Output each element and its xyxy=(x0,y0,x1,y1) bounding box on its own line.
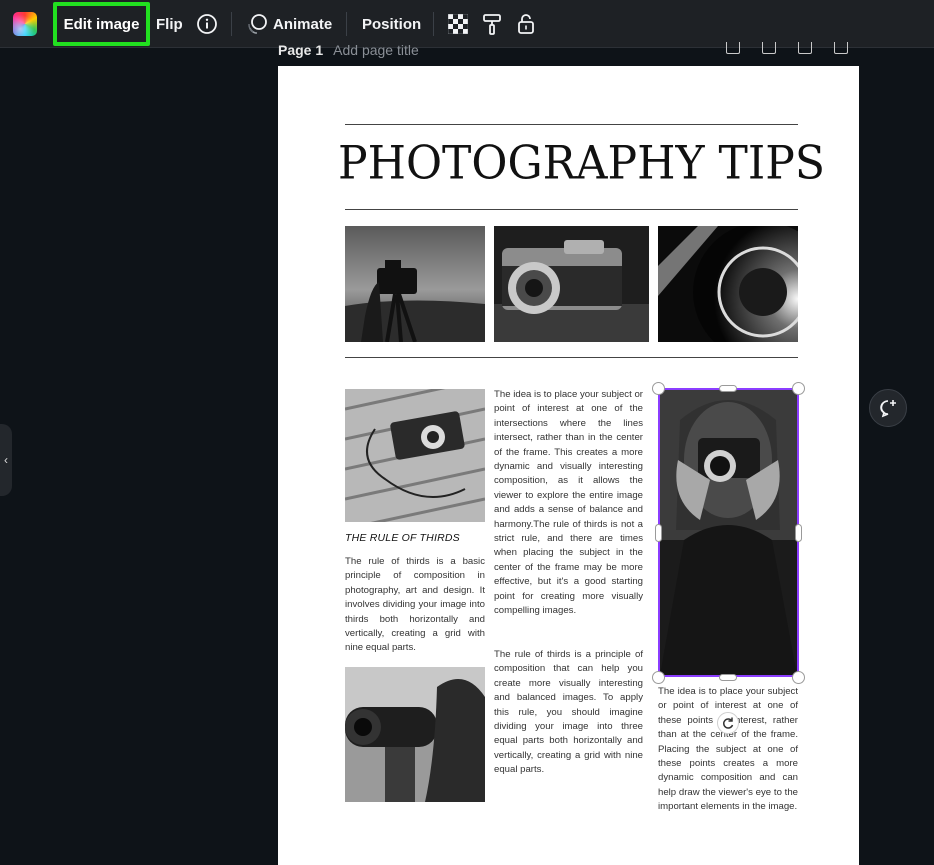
design-page[interactable]: PHOTOGRAPHY TIPS THE RULE OF THIRDS The … xyxy=(278,66,859,865)
editor-toolbar: Edit image Flip Animate Position xyxy=(0,0,934,48)
add-page-icon[interactable] xyxy=(834,42,848,54)
photo-camera-on-wood[interactable] xyxy=(345,389,485,522)
comment-plus-icon xyxy=(880,400,896,418)
resize-handle-bottom-right[interactable] xyxy=(792,671,805,684)
photo-vintage-camera[interactable] xyxy=(494,226,649,342)
lock-icon[interactable] xyxy=(516,0,536,48)
resize-handle-left[interactable] xyxy=(655,524,662,542)
document-title[interactable]: PHOTOGRAPHY TIPS xyxy=(338,137,825,191)
page-actions xyxy=(690,42,848,54)
page-title-placeholder[interactable]: Add page title xyxy=(333,42,419,58)
rotate-handle[interactable] xyxy=(717,712,739,734)
resize-handle-top-left[interactable] xyxy=(652,382,665,395)
chevron-up-icon[interactable] xyxy=(690,42,704,54)
paint-roller-icon[interactable] xyxy=(482,0,502,48)
move-page-icon[interactable] xyxy=(726,42,740,54)
flip-button[interactable]: Flip xyxy=(156,0,183,48)
toolbar-divider xyxy=(346,12,347,36)
transparency-icon[interactable] xyxy=(448,0,468,48)
resize-handle-bottom-left[interactable] xyxy=(652,671,665,684)
info-icon[interactable] xyxy=(196,0,218,48)
divider-line xyxy=(345,124,798,125)
resize-handle-top[interactable] xyxy=(719,385,737,392)
toolbar-divider xyxy=(433,12,434,36)
resize-handle-right[interactable] xyxy=(795,524,802,542)
animate-icon xyxy=(248,14,267,34)
middle-paragraph-2[interactable]: The rule of thirds is a principle of com… xyxy=(494,648,643,778)
middle-paragraph-1[interactable]: The idea is to place your subject or poi… xyxy=(494,388,643,619)
page-label: Page 1 xyxy=(278,42,324,58)
color-picker-icon[interactable] xyxy=(13,12,37,36)
section-heading[interactable]: THE RULE OF THIRDS xyxy=(345,532,460,544)
delete-page-icon[interactable] xyxy=(798,42,812,54)
resize-handle-top-right[interactable] xyxy=(792,382,805,395)
resize-handle-bottom[interactable] xyxy=(719,674,737,681)
chevron-left-icon: ‹ xyxy=(4,453,8,467)
flip-label: Flip xyxy=(156,15,183,33)
toolbar-divider xyxy=(231,12,232,36)
photo-photographer-telephoto[interactable] xyxy=(345,667,485,802)
collapse-panel-button[interactable]: ‹ xyxy=(0,424,12,496)
duplicate-page-icon[interactable] xyxy=(762,42,776,54)
rotate-icon xyxy=(723,717,734,729)
divider-line xyxy=(345,209,798,210)
divider-line xyxy=(345,357,798,358)
edit-image-button[interactable]: Edit image xyxy=(53,2,150,46)
page-header: Page 1 Add page title xyxy=(278,42,419,58)
add-comment-button[interactable] xyxy=(869,389,907,427)
position-button[interactable]: Position xyxy=(362,0,421,48)
photo-lens-closeup[interactable] xyxy=(658,226,798,342)
selection-frame xyxy=(658,388,799,677)
animate-button[interactable]: Animate xyxy=(246,0,332,48)
photo-tripod-silhouette[interactable] xyxy=(345,226,485,342)
animate-label: Animate xyxy=(273,15,333,33)
right-paragraph[interactable]: The idea is to place your subject or poi… xyxy=(658,685,798,815)
position-label: Position xyxy=(362,15,422,33)
left-paragraph[interactable]: The rule of thirds is a basic principle … xyxy=(345,555,485,656)
